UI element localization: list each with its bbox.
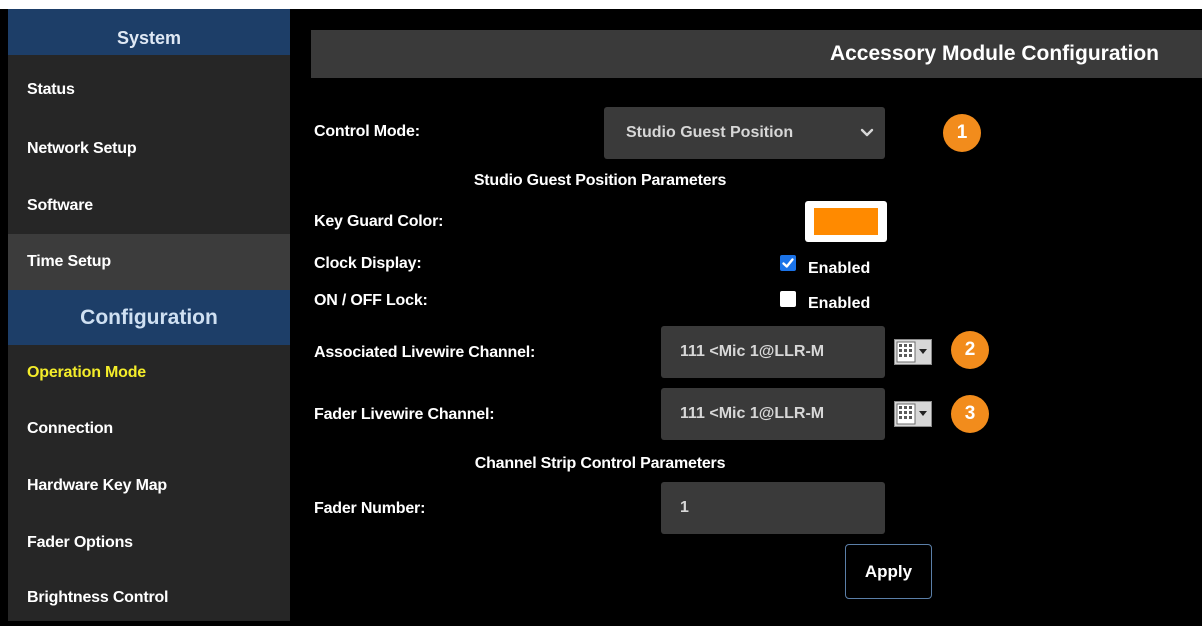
top-strip bbox=[0, 0, 1202, 9]
callout-badge-3: 3 bbox=[951, 395, 989, 433]
channel-browser-icon[interactable] bbox=[894, 401, 932, 427]
apply-button[interactable]: Apply bbox=[845, 544, 932, 599]
control-mode-select[interactable]: Studio Guest Position bbox=[604, 107, 885, 159]
callout-badge-2: 2 bbox=[951, 331, 989, 369]
associated-channel-input[interactable]: 111 <Mic 1@LLR-M bbox=[661, 326, 885, 378]
checkmark-icon bbox=[782, 258, 794, 268]
channel-browser-icon[interactable] bbox=[894, 339, 932, 365]
sidebar-item-label: Brightness Control bbox=[27, 589, 169, 606]
fader-number-value: 1 bbox=[680, 499, 689, 516]
sidebar-heading-configuration: Configuration bbox=[8, 290, 290, 345]
chevron-down-icon bbox=[860, 128, 874, 137]
sidebar-heading-system: System bbox=[8, 9, 290, 55]
color-swatch-fill bbox=[814, 208, 878, 235]
sidebar-item-fader-options[interactable]: Fader Options bbox=[8, 515, 290, 571]
sidebar-item-software[interactable]: Software bbox=[8, 178, 290, 234]
section-heading-channel-strip: Channel Strip Control Parameters bbox=[474, 455, 726, 472]
sidebar-item-label: Time Setup bbox=[27, 253, 111, 270]
on-off-lock-checkbox[interactable] bbox=[780, 291, 796, 307]
sidebar-item-label: Operation Mode bbox=[27, 364, 146, 381]
sidebar-item-label: Network Setup bbox=[27, 140, 137, 157]
clock-display-checkbox[interactable] bbox=[780, 255, 796, 271]
sidebar-item-label: Software bbox=[27, 197, 93, 214]
sidebar-item-label: Status bbox=[27, 81, 75, 98]
on-off-lock-option-label: Enabled bbox=[808, 295, 871, 312]
on-off-lock-label: ON / OFF Lock: bbox=[314, 292, 428, 309]
fader-channel-input[interactable]: 111 <Mic 1@LLR-M bbox=[661, 388, 885, 440]
key-guard-color-label: Key Guard Color: bbox=[314, 213, 444, 230]
sidebar-item-connection[interactable]: Connection bbox=[8, 401, 290, 457]
control-mode-label: Control Mode: bbox=[314, 123, 420, 140]
page-title: Accessory Module Configuration bbox=[311, 30, 1202, 78]
clock-display-label: Clock Display: bbox=[314, 255, 422, 272]
sidebar-item-label: Fader Options bbox=[27, 534, 133, 551]
sidebar-item-hardware-key-map[interactable]: Hardware Key Map bbox=[8, 458, 290, 514]
section-heading-guest-parameters: Studio Guest Position Parameters bbox=[473, 172, 727, 189]
associated-channel-value: 111 <Mic 1@LLR-M bbox=[680, 343, 825, 360]
sidebar-item-label: Connection bbox=[27, 420, 113, 437]
fader-number-label: Fader Number: bbox=[314, 500, 426, 517]
control-mode-value: Studio Guest Position bbox=[626, 124, 794, 141]
clock-display-option-label: Enabled bbox=[808, 260, 871, 277]
key-guard-color-picker[interactable] bbox=[805, 201, 887, 242]
fader-channel-value: 111 <Mic 1@LLR-M bbox=[680, 405, 825, 422]
sidebar-item-brightness-control[interactable]: Brightness Control bbox=[8, 570, 290, 626]
sidebar-item-label: Hardware Key Map bbox=[27, 477, 167, 494]
sidebar-item-time-setup[interactable]: Time Setup bbox=[8, 234, 290, 290]
associated-channel-label: Associated Livewire Channel: bbox=[314, 344, 536, 361]
fader-channel-label: Fader Livewire Channel: bbox=[314, 406, 495, 423]
sidebar-item-operation-mode[interactable]: Operation Mode bbox=[8, 345, 290, 401]
fader-number-input[interactable]: 1 bbox=[661, 482, 885, 534]
sidebar-item-status[interactable]: Status bbox=[8, 62, 290, 118]
sidebar: System Status Network Setup Software Tim… bbox=[8, 9, 290, 621]
callout-badge-1: 1 bbox=[943, 114, 981, 152]
sidebar-item-network-setup[interactable]: Network Setup bbox=[8, 121, 290, 177]
